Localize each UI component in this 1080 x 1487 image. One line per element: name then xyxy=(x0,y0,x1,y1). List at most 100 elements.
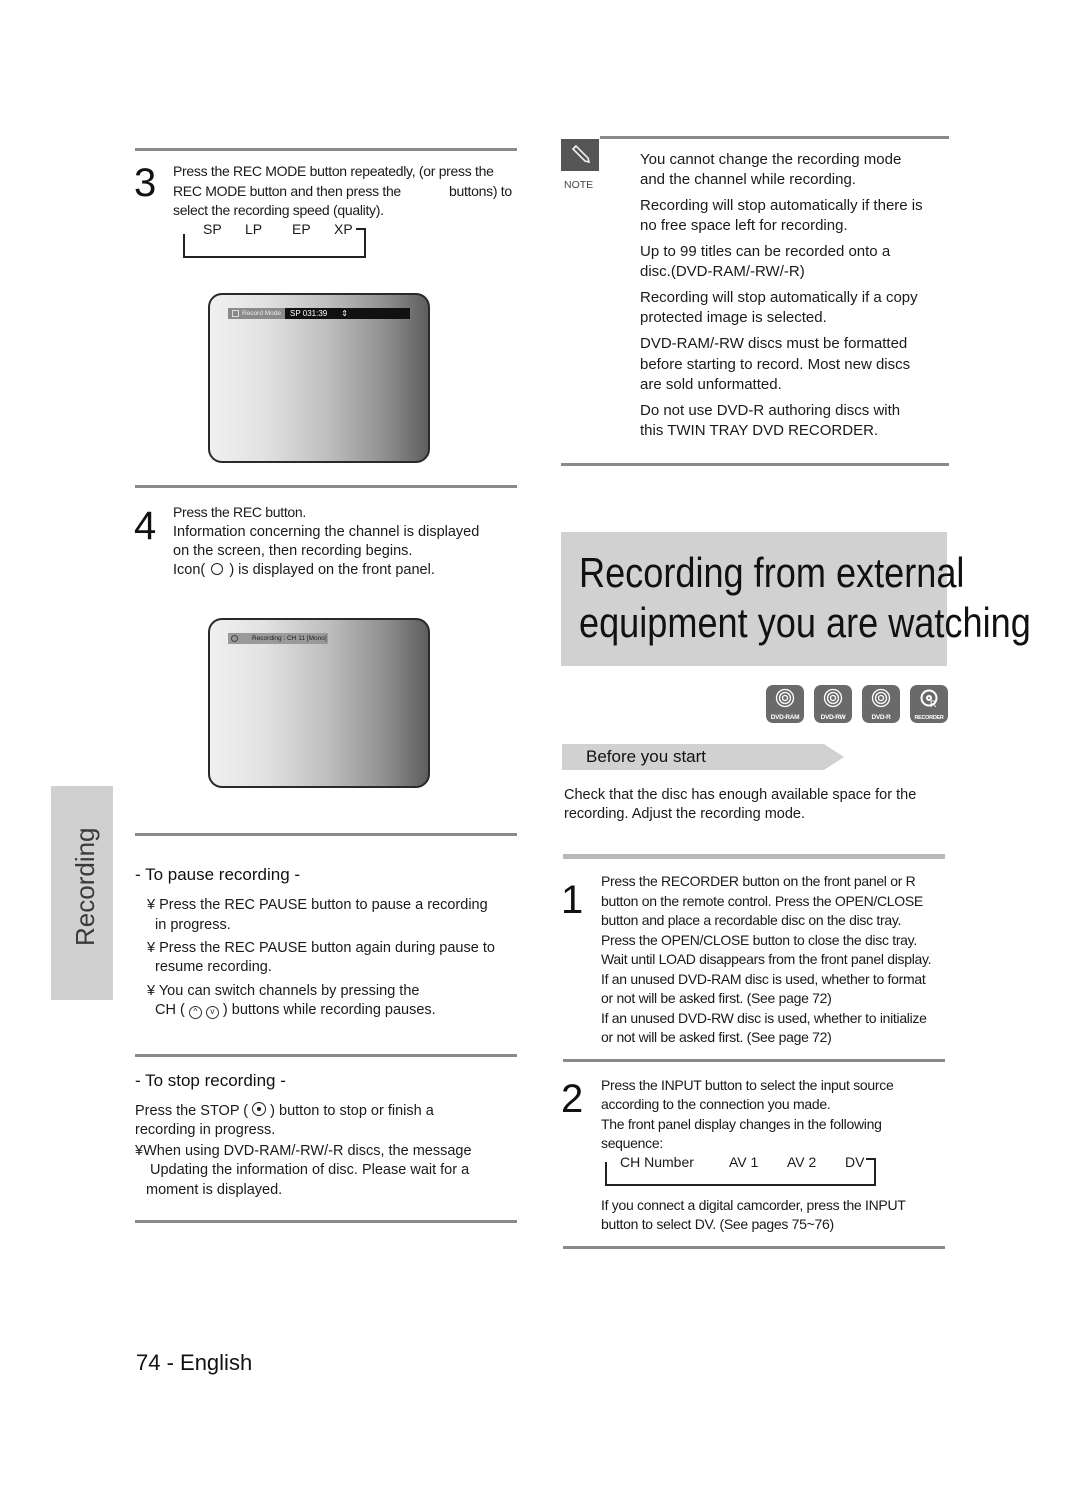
rstep2-after-line: If you connect a digital camcorder, pres… xyxy=(601,1197,906,1213)
pause-bullet: ¥ Press the REC PAUSE button to pause a … xyxy=(147,897,488,913)
divider xyxy=(563,854,945,859)
note-item: this TWIN TRAY DVD RECORDER. xyxy=(640,422,879,439)
note-item: no free space left for recording. xyxy=(640,217,848,234)
section-title-line: Recording from external xyxy=(579,549,965,596)
stop-text-line: moment is displayed. xyxy=(146,1182,283,1198)
step-number: 1 xyxy=(561,878,584,922)
osd-value: SP 031:39 xyxy=(290,309,328,318)
note-item: DVD-RAM/-RW discs must be formatted xyxy=(640,335,908,352)
step4-text-line: Information concerning the channel is di… xyxy=(173,524,480,540)
note-item: Up to 99 titles can be recorded onto a xyxy=(640,243,891,260)
step3-text-line: select the recording speed (quality). xyxy=(173,202,384,218)
sequence-bracket xyxy=(364,228,366,258)
pause-heading: - To pause recording - xyxy=(135,865,301,884)
divider xyxy=(135,833,517,836)
note-item: Recording will stop automatically if the… xyxy=(640,197,923,214)
dvd-rw-disc-icon: DVD-RW xyxy=(814,685,852,723)
rstep1-text-line: Wait until LOAD disappears from the fron… xyxy=(601,951,932,967)
step4-text-line: on the screen, then recording begins. xyxy=(173,543,413,559)
pause-bullet: ¥ You can switch channels by pressing th… xyxy=(147,983,420,999)
sequence-item: DV xyxy=(845,1154,865,1170)
divider xyxy=(135,1220,517,1223)
rstep2-text-line: according to the connection you made. xyxy=(601,1096,831,1112)
note-item: protected image is selected. xyxy=(640,309,827,326)
rstep2-text-line: sequence: xyxy=(601,1135,663,1151)
up-down-arrows-icon: ⇕ xyxy=(341,309,348,318)
rstep1-text-line: Press the OPEN/CLOSE button to close the… xyxy=(601,931,917,948)
rstep1-text-line: button on the remote control. Press the … xyxy=(601,892,923,909)
sequence-item: CH Number xyxy=(620,1154,694,1170)
note-item: Do not use DVD-R authoring discs with xyxy=(640,402,901,419)
sequence-bracket xyxy=(183,234,185,258)
note-item: before starting to record. Most new disc… xyxy=(640,356,911,373)
stop-text-line: Press the STOP ( ) button to stop or fin… xyxy=(135,1102,434,1119)
osd-bar: Recording : CH 11 [Mono] xyxy=(228,633,328,644)
rstep1-text-line: If an unused DVD-RAM disc is used, wheth… xyxy=(601,970,926,987)
rstep2-after-line: button to select DV. (See pages 75~76) xyxy=(601,1216,834,1232)
sequence-bracket xyxy=(874,1158,876,1186)
tv-screen-recording: Recording : CH 11 [Mono] xyxy=(208,618,430,788)
tv-screen-record-mode: Record Mode SP 031:39 ⇕ xyxy=(208,293,430,463)
divider xyxy=(135,1054,517,1057)
rstep1-text-line: If an unused DVD-RW disc is used, whethe… xyxy=(601,1009,927,1026)
sequence-item: EP xyxy=(292,221,311,237)
divider xyxy=(135,148,517,151)
pause-bullet-cont: in progress. xyxy=(155,917,231,933)
step4-text-line: Press the REC button. xyxy=(173,504,306,520)
stop-text-line: recording in progress. xyxy=(135,1122,276,1138)
stop-button-icon xyxy=(252,1102,267,1116)
section-title-line: equipment you are watching xyxy=(579,599,1031,646)
osd-bar: Record Mode SP 031:39 ⇕ xyxy=(228,308,410,319)
sequence-bracket xyxy=(356,228,366,230)
pause-bullet: ¥ Press the REC PAUSE button again durin… xyxy=(147,940,495,956)
record-mode-icon xyxy=(232,310,239,317)
before-text-line: recording. Adjust the recording mode. xyxy=(564,806,805,822)
note-item: are sold unformatted. xyxy=(640,376,782,393)
sequence-item: AV 2 xyxy=(787,1154,817,1170)
note-item: You cannot change the recording mode xyxy=(640,151,902,168)
sequence-item: SP xyxy=(203,221,222,237)
page-number: 74 - English xyxy=(136,1350,253,1375)
rstep2-text-line: The front panel display changes in the f… xyxy=(601,1116,882,1132)
before-you-start-banner: Before you start xyxy=(562,744,844,770)
note-pencil-icon xyxy=(561,139,599,171)
channel-down-icon: v xyxy=(205,1006,219,1019)
svg-text:R: R xyxy=(930,699,937,708)
sequence-bracket xyxy=(866,1158,876,1160)
pause-bullet-cont: CH ( ^ v ) buttons while recording pause… xyxy=(155,1002,436,1019)
note-item: Recording will stop automatically if a c… xyxy=(640,289,918,306)
step4-text-line: Icon( ) is displayed on the front panel. xyxy=(173,562,435,578)
divider xyxy=(561,463,949,466)
rstep1-text-line: Press the RECORDER button on the front p… xyxy=(601,873,916,889)
step3-text-line: buttons) to xyxy=(449,183,512,199)
sequence-item: AV 1 xyxy=(729,1154,759,1170)
step-number: 4 xyxy=(134,504,157,548)
note-item: disc.(DVD-RAM/-RW/-R) xyxy=(640,263,805,280)
dvd-ram-disc-icon: DVD-RAM xyxy=(766,685,804,723)
divider xyxy=(135,485,517,488)
osd-label: Record Mode xyxy=(228,308,286,319)
step-number: 2 xyxy=(561,1077,584,1121)
recorder-disc-icon: R RECORDER xyxy=(910,685,948,723)
step-number: 3 xyxy=(134,161,157,205)
rstep2-text-line: Press the INPUT button to select the inp… xyxy=(601,1077,894,1093)
divider xyxy=(563,1059,945,1062)
divider xyxy=(600,136,949,139)
dvd-r-disc-icon: DVD-R xyxy=(862,685,900,723)
rstep1-text-line: or not will be asked first. (See page 72… xyxy=(601,1029,832,1045)
stop-heading: - To stop recording - xyxy=(135,1071,286,1090)
note-label: NOTE xyxy=(564,179,594,191)
sequence-bracket xyxy=(605,1184,876,1186)
sequence-item: XP xyxy=(334,221,353,237)
record-icon xyxy=(231,635,238,642)
before-text-line: Check that the disc has enough available… xyxy=(564,787,917,803)
stop-text-line: ¥When using DVD-RAM/-RW/-R discs, the me… xyxy=(135,1143,472,1159)
stop-text-line: Updating the information of disc. Please… xyxy=(150,1162,470,1178)
note-item: and the channel while recording. xyxy=(640,171,856,188)
pause-bullet-cont: resume recording. xyxy=(155,959,272,975)
sequence-item: LP xyxy=(245,221,263,237)
record-circle-icon xyxy=(211,563,224,575)
divider xyxy=(563,1246,945,1249)
rstep1-text-line: or not will be asked first. (See page 72… xyxy=(601,990,832,1006)
step3-text-line: REC MODE button and then press the xyxy=(173,183,401,199)
